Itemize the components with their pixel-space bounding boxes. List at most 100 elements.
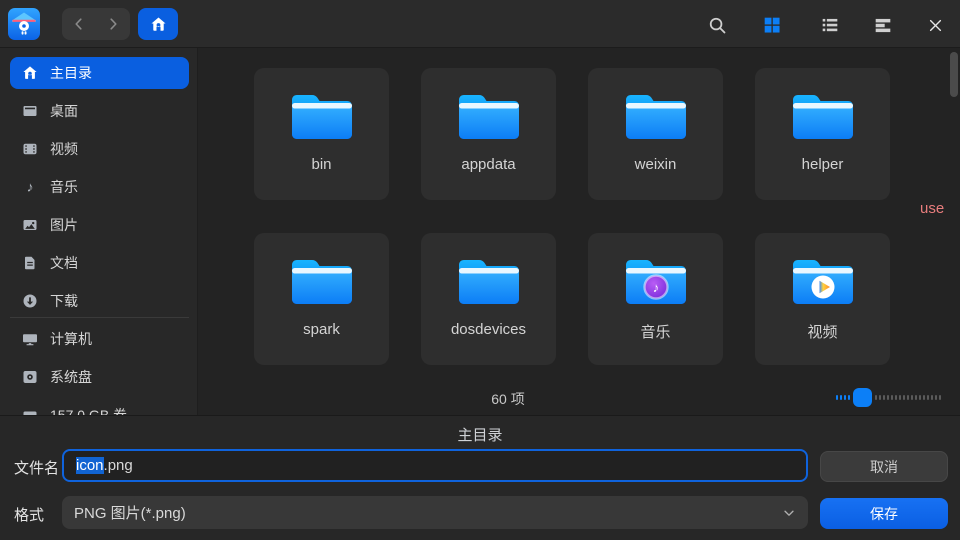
slider-tick [915, 395, 917, 400]
sidebar-item-0[interactable]: 主目录 [10, 57, 189, 89]
list-view-icon [821, 16, 839, 34]
volume-icon [22, 407, 38, 415]
detail-view-icon [874, 16, 892, 34]
file-manager-logo-icon [8, 8, 40, 40]
folder-tile[interactable]: ♪ 音乐 [588, 233, 723, 365]
list-view-button[interactable] [818, 13, 842, 37]
sidebar-item-label: 计算机 [50, 329, 92, 349]
slider-tick [883, 395, 885, 400]
sidebar: 主目录桌面视频 ♪音乐图片文档下载计算机系统盘 157.0 GB 卷 [0, 48, 198, 415]
folder-tile[interactable]: bin [254, 68, 389, 200]
folder-grid: use bin appdataweixin helper spark dosdevice… [198, 48, 960, 380]
filename-label: 文件名 [14, 457, 59, 478]
save-button[interactable]: 保存 [820, 498, 948, 529]
format-label: 格式 [14, 504, 44, 525]
folder-name-label: spark [303, 321, 340, 338]
slider-tick [899, 395, 901, 400]
video-icon [22, 141, 38, 157]
icon-size-slider[interactable] [836, 387, 943, 407]
sidebar-divider [10, 317, 189, 318]
desktop-icon [22, 103, 38, 119]
image-icon [22, 217, 38, 233]
slider-tick [844, 395, 846, 400]
folder-tile[interactable]: spark [254, 233, 389, 365]
folder-tile[interactable]: 视频 [755, 233, 890, 365]
sidebar-item-label: 桌面 [50, 101, 78, 121]
folder-tile[interactable]: appdata [421, 68, 556, 200]
folder-icon: ♪ [623, 255, 689, 309]
detail-view-button[interactable] [871, 13, 895, 37]
filename-input[interactable]: icon.png [62, 449, 808, 482]
sidebar-item-5[interactable]: 文档 [10, 247, 189, 279]
sidebar-item-label: 下载 [50, 291, 78, 311]
music-badge-icon: ♪ [644, 276, 667, 299]
slider-tick [875, 395, 877, 400]
sidebar-item-label: 系统盘 [50, 367, 92, 387]
sidebar-item-4[interactable]: 图片 [10, 209, 189, 241]
search-button[interactable] [705, 13, 729, 37]
folder-icon [790, 255, 856, 309]
music-icon: ♪ [22, 179, 38, 195]
slider-tick [939, 395, 941, 400]
folder-name-label: 音乐 [640, 321, 670, 342]
sidebar-item-2[interactable]: 视频 [10, 133, 189, 165]
folder-name-label: dosdevices [451, 321, 526, 338]
disk-icon [22, 369, 38, 385]
folder-name-label: bin [311, 156, 331, 173]
folder-tile[interactable]: weixin [588, 68, 723, 200]
folder-tile[interactable]: helper [755, 68, 890, 200]
folder-icon [289, 90, 355, 144]
folder-icon [790, 90, 856, 144]
back-button[interactable] [62, 8, 96, 40]
home-icon [150, 16, 167, 33]
home-button[interactable] [138, 8, 178, 40]
slider-tick [907, 395, 909, 400]
slider-handle[interactable] [853, 388, 872, 407]
sidebar-item-6[interactable]: 下载 [10, 285, 189, 317]
sidebar-item-label: 主目录 [50, 63, 92, 83]
close-icon [927, 17, 944, 34]
cancel-button[interactable]: 取消 [820, 451, 948, 482]
forward-button[interactable] [96, 8, 130, 40]
sidebar-item-3[interactable]: ♪音乐 [10, 171, 189, 203]
sidebar-item-label: 视频 [50, 139, 78, 159]
format-select[interactable]: PNG 图片(*.png) [62, 496, 808, 529]
sidebar-item-10[interactable]: 157.0 GB 卷 [10, 399, 189, 415]
document-icon [22, 255, 38, 271]
folder-icon [289, 255, 355, 309]
folder-icon [456, 90, 522, 144]
slider-tick [911, 395, 913, 400]
sidebar-item-label: 文档 [50, 253, 78, 273]
clipped-symlink-folder-label[interactable]: use [920, 200, 944, 217]
folder-icon [456, 255, 522, 309]
folder-tile[interactable]: dosdevices [421, 233, 556, 365]
slider-tick [879, 395, 881, 400]
slider-tick [903, 395, 905, 400]
sidebar-item-1[interactable]: 桌面 [10, 95, 189, 127]
file-save-dialog-window: 主目录桌面视频♪音乐图片文档下载计算机系统盘157.0 GB 卷 use bin… [0, 0, 960, 540]
folder-name-label: helper [802, 156, 844, 173]
grid-view-icon [763, 16, 781, 34]
chevron-down-icon [782, 506, 796, 520]
folder-icon [623, 90, 689, 144]
save-panel: 主目录 文件名 icon.png 取消 格式 PNG 图片(*.png) 保存 [0, 415, 960, 540]
grid-view-button[interactable] [760, 13, 784, 37]
sidebar-item-8[interactable]: 计算机 [10, 323, 189, 355]
chevron-left-icon [71, 16, 87, 32]
filename-extension-text: .png [104, 457, 133, 474]
slider-tick [836, 395, 838, 400]
sidebar-item-9[interactable]: 系统盘 [10, 361, 189, 393]
computer-icon [22, 331, 38, 347]
search-icon [708, 16, 727, 35]
sidebar-item-label: 图片 [50, 215, 78, 235]
close-button[interactable] [923, 13, 947, 37]
vertical-scrollbar[interactable] [950, 52, 958, 97]
slider-tick [927, 395, 929, 400]
slider-tick [935, 395, 937, 400]
folder-name-label: 视频 [807, 321, 837, 342]
titlebar [0, 0, 960, 48]
chevron-right-icon [105, 16, 121, 32]
navigation-group [62, 8, 130, 40]
slider-tick [895, 395, 897, 400]
svg-text:♪: ♪ [652, 280, 659, 295]
